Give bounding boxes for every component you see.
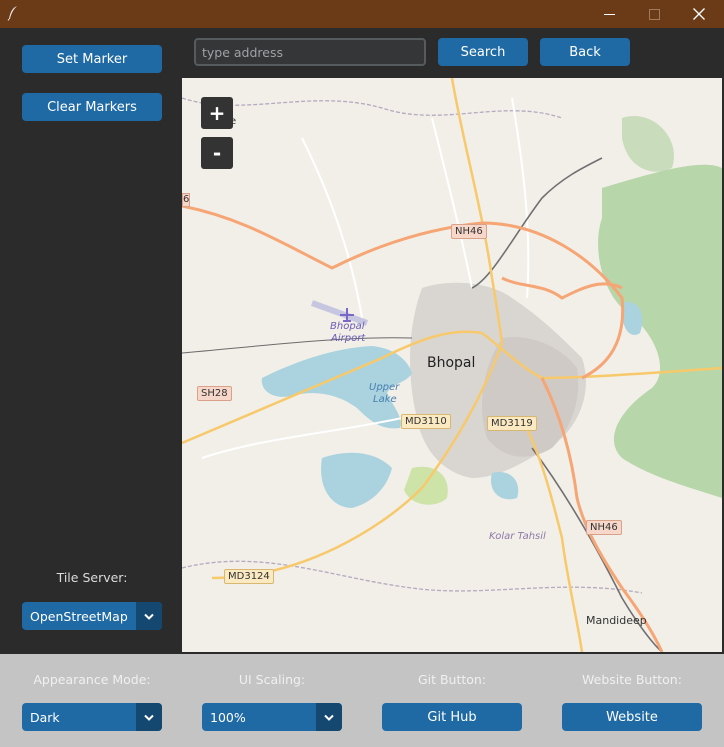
airport-label-line1: Bhopal	[330, 321, 365, 332]
git-hub-button[interactable]: Git Hub	[382, 703, 522, 731]
appearance-mode-dropdown-button[interactable]	[136, 703, 162, 731]
search-button[interactable]: Search	[438, 38, 528, 66]
lake-label-line1: Upper	[369, 382, 400, 393]
settings-bar: Appearance Mode: UI Scaling: Git Button:…	[0, 654, 724, 747]
close-button[interactable]	[676, 0, 722, 28]
zoom-in-button[interactable]: +	[201, 97, 233, 129]
tile-server-value: OpenStreetMap	[30, 608, 128, 624]
close-icon	[693, 8, 705, 20]
lake-label-line2: Lake	[373, 394, 397, 405]
map-view[interactable]: Bhopal Bhopal Airport Upper Lake Kolar T…	[182, 78, 722, 652]
maximize-button[interactable]	[631, 0, 677, 28]
clear-markers-button[interactable]: Clear Markers	[22, 93, 162, 121]
tile-server-select[interactable]: OpenStreetMap	[22, 602, 162, 630]
maximize-icon	[648, 8, 660, 20]
tile-server-dropdown-button[interactable]	[136, 602, 162, 630]
title-bar	[0, 0, 724, 28]
minimize-button[interactable]	[586, 0, 632, 28]
chevron-down-icon	[144, 714, 154, 721]
ui-scaling-value: 100%	[210, 709, 246, 725]
address-search-input[interactable]	[194, 38, 426, 66]
set-marker-button[interactable]: Set Marker	[22, 45, 162, 73]
road-label-sh28: SH28	[197, 386, 232, 401]
city-label: Bhopal	[427, 355, 476, 371]
chevron-down-icon	[324, 714, 334, 721]
road-label-nh46-top: NH46	[451, 224, 487, 239]
town-label: Mandideep	[586, 614, 647, 627]
airport-label-line2: Airport	[331, 333, 366, 344]
feather-icon	[7, 6, 17, 21]
appearance-mode-label: Appearance Mode:	[33, 672, 151, 687]
website-button-label: Website Button:	[582, 672, 682, 687]
ui-scaling-label: UI Scaling:	[238, 672, 306, 687]
zoom-out-button[interactable]: -	[201, 137, 233, 169]
git-button-label: Git Button:	[417, 672, 487, 687]
website-button[interactable]: Website	[562, 703, 702, 731]
chevron-down-icon	[144, 613, 154, 620]
tile-server-label: Tile Server:	[56, 570, 128, 585]
appearance-mode-select[interactable]: Dark	[22, 703, 162, 731]
ui-scaling-select[interactable]: 100%	[202, 703, 342, 731]
minimize-icon	[603, 13, 615, 15]
road-label-nh46-bottom: NH46	[586, 520, 622, 535]
search-bar: Search Back	[182, 28, 724, 78]
road-label-md3110: MD3110	[401, 414, 451, 429]
back-button[interactable]: Back	[540, 38, 630, 66]
road-label-md3119: MD3119	[487, 416, 537, 431]
sidebar: Set Marker Clear Markers Tile Server: Op…	[0, 28, 182, 654]
ui-scaling-dropdown-button[interactable]	[316, 703, 342, 731]
road-label-md3124: MD3124	[224, 569, 274, 584]
tehsil-label: Kolar Tahsil	[489, 531, 546, 542]
partial-left-label: 6	[182, 193, 190, 207]
appearance-mode-value: Dark	[30, 709, 60, 725]
